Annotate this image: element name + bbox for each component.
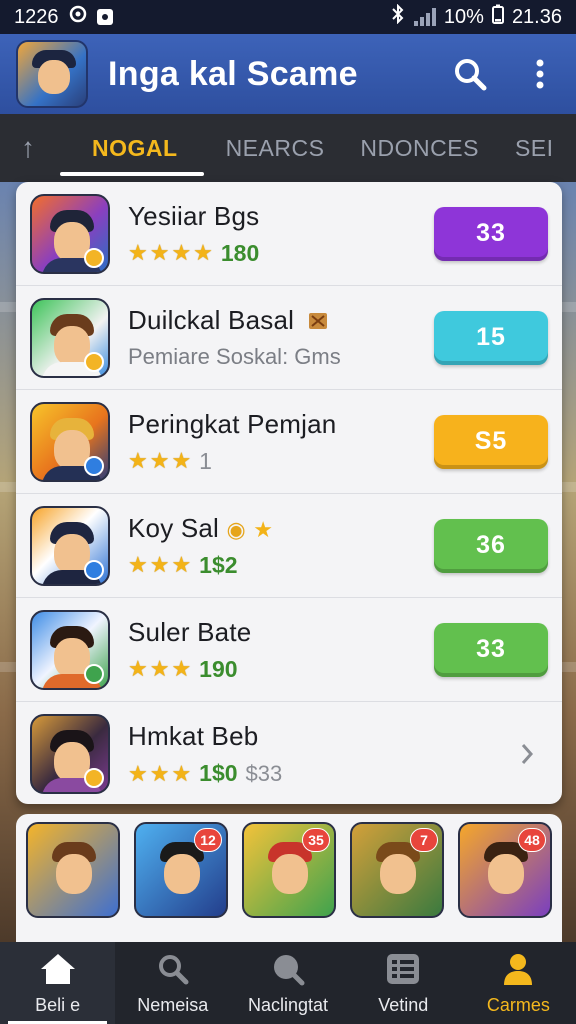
search-icon [153,951,193,987]
signal-icon [413,8,436,26]
price-button[interactable]: 33 [434,206,548,261]
nav-item-vetind[interactable]: Vetind [346,942,461,1024]
featured-games-grid: 12 35 7 48 [16,814,562,942]
app-bar: Inga kal Scame [0,34,576,114]
app-title: Inga kal Scame [108,54,358,93]
count-badge: 7 [410,828,438,852]
tab-ndonces[interactable]: NDONCES [342,114,497,182]
tab-nogal[interactable]: NOGAL [56,114,208,182]
crossed-box-icon [308,307,328,329]
nav-label: Vetind [378,994,429,1015]
nav-label: Naclingtat [247,994,329,1015]
tab-nearcs[interactable]: NEARCS [208,114,343,182]
grid-tile[interactable]: 35 [242,822,336,918]
list-item[interactable]: Yesiiar Bgs ★★★★ 180 33 [16,182,562,286]
list-item[interactable]: Peringkat Pemjan ★★★ 1 S5 [16,390,562,494]
tab-sei[interactable]: SEI [497,114,572,182]
game-thumbnail [30,609,110,690]
rating-stars: ★★★★ [128,240,215,265]
rating-value: 1$2 [199,551,238,578]
bottom-navigation: Beli e Nemeisa Naclingtat Vetind Carmes [0,942,576,1024]
price-button[interactable]: 15 [434,310,548,365]
tab-bar: ↑ NOGAL NEARCS NDONCES SEI [0,114,576,182]
list-item[interactable]: Hmkat Beb ★★★ 1$0 $33 [16,702,562,804]
nav-label: Nemeisa [137,994,209,1015]
bluetooth-icon [390,3,406,30]
person-icon [498,951,538,987]
grid-tile[interactable]: 12 [134,822,228,918]
rating-value: 190 [199,655,238,682]
game-title: Suler Bate [128,616,252,647]
nav-label: Beli e [35,994,81,1015]
game-list: Yesiiar Bgs ★★★★ 180 33 Duilckal Basal P… [16,182,562,804]
count-badge: 35 [302,828,330,852]
status-time: 1226 [14,5,59,28]
list-item[interactable]: Duilckal Basal Pemiare Soskal: Gms 15 [16,286,562,390]
rating-stars: ★★★ [128,552,194,577]
list-item[interactable]: Koy Sal ◉ ★ ★★★ 1$2 36 [16,494,562,598]
back-arrow-icon[interactable]: ↑ [0,114,56,182]
battery-icon [491,4,504,30]
grid-tile[interactable] [26,822,120,918]
count-badge: 12 [194,828,222,852]
game-thumbnail [30,297,110,378]
game-title: Duilckal Basal [128,305,295,335]
sync-icon [69,5,87,29]
coin-icon: ◉ [226,516,246,542]
notification-icon [96,9,113,25]
more-vert-icon [536,59,544,89]
grid-tile[interactable]: 48 [458,822,552,918]
battery-level: 10% [443,5,484,28]
nav-item-naclingtat[interactable]: Naclingtat [230,942,345,1024]
nav-item-carmes[interactable]: Carmes [461,942,576,1024]
game-thumbnail [30,714,110,794]
price-button[interactable]: 36 [434,518,548,573]
price-button[interactable]: 33 [434,622,548,677]
home-icon [38,951,78,987]
game-thumbnail [30,193,110,274]
game-title: Koy Sal [128,512,220,543]
rating-value: 1$0 [199,760,238,786]
search-icon [455,59,487,91]
game-title: Yesiiar Bgs [128,200,260,231]
chevron-right-icon[interactable] [512,739,542,769]
grid-tile[interactable]: 7 [350,822,444,918]
list-item[interactable]: Suler Bate ★★★ 190 33 [16,598,562,702]
count-badge: 48 [518,828,546,852]
nav-label: Carmes [486,994,550,1015]
search-icon [268,951,308,987]
rating-value: 1 [199,447,212,474]
status-clock: 21.36 [511,5,562,28]
game-title: Peringkat Pemjan [128,408,337,439]
game-subtitle: Pemiare Soskal: Gms [128,344,341,369]
rating-stars: ★★★ [128,656,194,681]
game-thumbnail [30,505,110,586]
list-icon [383,951,423,987]
rating-stars: ★★★ [128,448,194,473]
status-bar: 1226 10% 21.36 [0,0,576,34]
more-options-button[interactable] [520,54,560,94]
nav-item-home[interactable]: Beli e [0,942,116,1024]
app-logo [16,40,88,108]
rating-stars: ★★★ [128,760,194,786]
search-button[interactable] [450,54,490,94]
rating-value: 180 [220,239,260,266]
price-button[interactable]: S5 [434,414,548,469]
game-thumbnail [30,401,110,482]
star-icon: ★ [253,516,274,542]
price-text: $33 [245,760,283,786]
nav-item-nemeisa[interactable]: Nemeisa [115,942,230,1024]
game-title: Hmkat Beb [128,721,259,751]
